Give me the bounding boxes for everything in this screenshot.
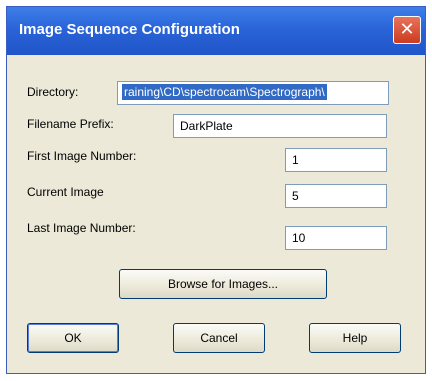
help-button[interactable]: Help [309,323,401,353]
title-bar[interactable]: Image Sequence Configuration ✕ [7,7,425,55]
close-icon: ✕ [399,19,415,40]
first-image-label: First Image Number: [27,149,137,163]
window-title: Image Sequence Configuration [19,21,240,38]
last-image-label: Last Image Number: [27,221,136,235]
filename-prefix-label: Filename Prefix: [27,117,114,131]
ok-button[interactable]: OK [27,323,119,353]
cancel-button[interactable]: Cancel [173,323,265,353]
last-image-field[interactable]: 10 [285,226,387,250]
current-image-field[interactable]: 5 [285,184,387,208]
directory-value: raining\CD\spectrocam\Spectrograph\ [122,84,327,100]
directory-field[interactable]: raining\CD\spectrocam\Spectrograph\ [117,81,389,105]
filename-prefix-field[interactable]: DarkPlate [173,114,387,138]
first-image-field[interactable]: 1 [285,148,387,172]
dialog-window: Image Sequence Configuration ✕ Directory… [6,6,426,374]
close-button[interactable]: ✕ [393,16,421,44]
current-image-label: Current Image [27,185,104,199]
directory-label: Directory: [27,85,79,99]
browse-for-images-button[interactable]: Browse for Images... [119,269,327,299]
